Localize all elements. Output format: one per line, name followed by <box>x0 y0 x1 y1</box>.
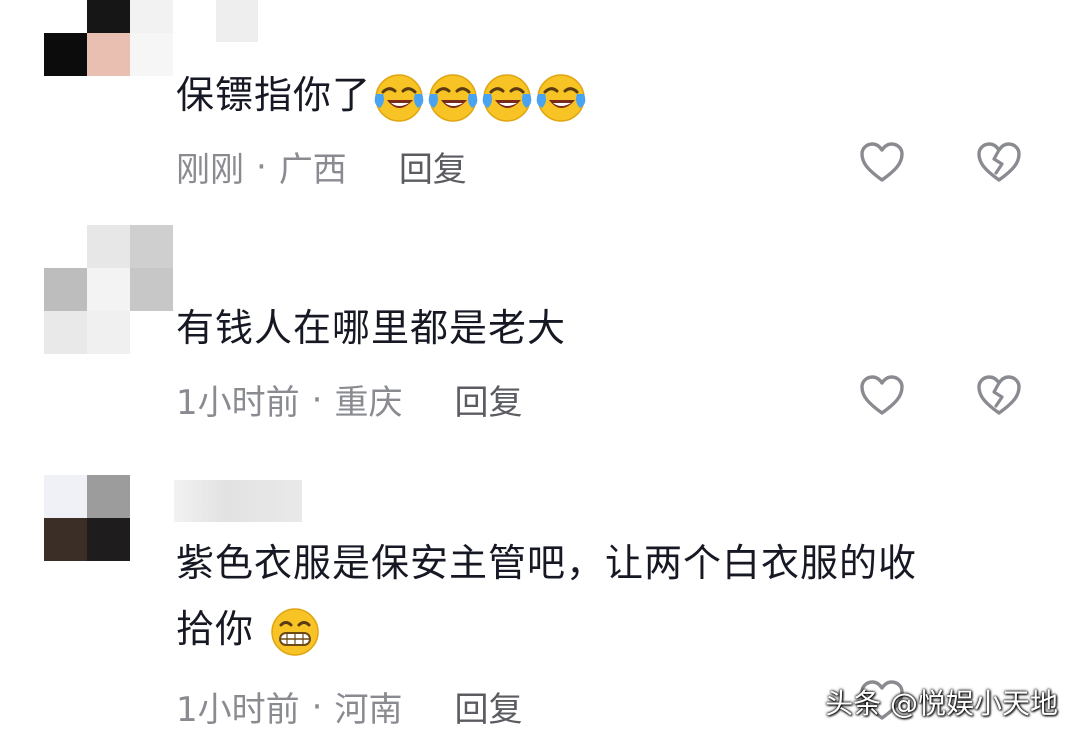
comment-location: 河南 <box>334 690 403 730</box>
comment-meta: 1小时前 · 河南 回复 <box>176 682 522 731</box>
comment-text: 紫色衣服是保安主管吧，让两个白衣服的收 拾你 <box>176 530 917 662</box>
comment-text: 有钱人在哪里都是老大 <box>176 306 567 350</box>
comment-text-line-2: 拾你 <box>176 596 917 662</box>
comment-meta: 1小时前 · 重庆 回复 <box>176 375 522 424</box>
meta-separator: · <box>311 686 323 727</box>
like-heart-icon[interactable] <box>858 140 906 184</box>
comment-time: 1小时前 <box>176 383 300 423</box>
reply-button[interactable]: 回复 <box>454 682 522 731</box>
comment-location: 重庆 <box>334 383 403 423</box>
comment-time: 刚刚 <box>176 150 244 190</box>
dislike-broken-heart-icon[interactable] <box>975 373 1023 417</box>
comment-text-line-1: 紫色衣服是保安主管吧，让两个白衣服的收 <box>176 541 918 585</box>
avatar-pixelated[interactable] <box>44 475 174 585</box>
comment-location: 广西 <box>278 150 347 190</box>
comment-item-2: 有钱人在哪里都是老大 1小时前 · 重庆 回复 <box>0 200 1080 450</box>
laugh-cry-icon <box>482 73 532 122</box>
like-heart-icon[interactable] <box>858 373 906 417</box>
comment-text: 保镖指你了 <box>176 62 587 128</box>
avatar-pixelated[interactable] <box>44 0 174 100</box>
meta-separator: · <box>256 146 267 187</box>
comment-item-1: 保镖指你了 刚刚 · 广西 回复 <box>0 0 1080 200</box>
watermark: 头条 @悦娱小天地 <box>825 687 1058 720</box>
grin-icon <box>271 607 319 656</box>
username-blurred[interactable] <box>174 480 302 522</box>
emoji-row <box>373 72 587 124</box>
laugh-cry-icon <box>374 73 424 122</box>
avatar-pixelated-lower <box>44 268 174 378</box>
username-blurred[interactable] <box>216 0 258 42</box>
reply-button[interactable]: 回复 <box>454 375 522 424</box>
comment-time: 1小时前 <box>176 690 300 730</box>
comment-meta: 刚刚 · 广西 回复 <box>176 142 467 191</box>
reply-button[interactable]: 回复 <box>399 142 467 191</box>
meta-separator: · <box>311 379 323 420</box>
laugh-cry-icon <box>428 73 478 122</box>
laugh-cry-icon <box>536 73 586 122</box>
dislike-broken-heart-icon[interactable] <box>975 140 1023 184</box>
